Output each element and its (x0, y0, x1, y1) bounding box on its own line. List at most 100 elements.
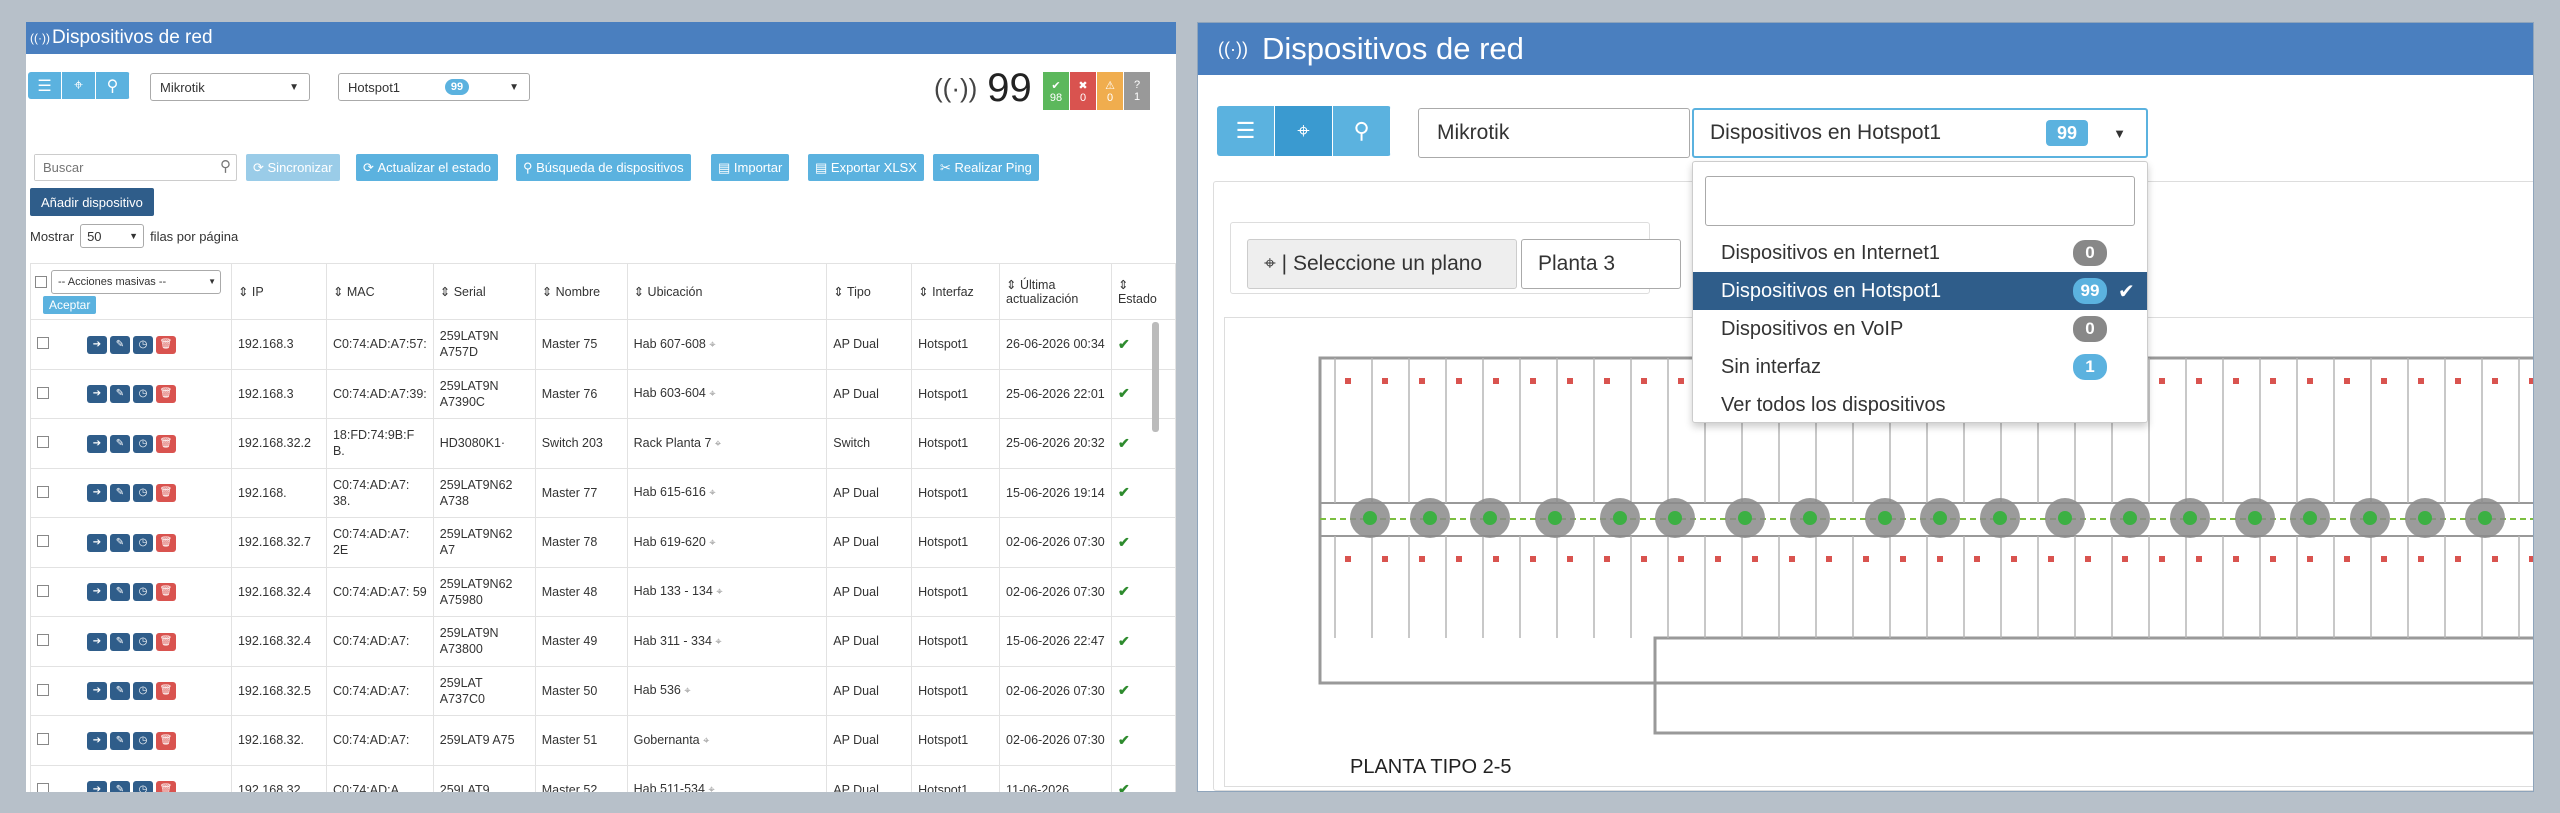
delete-icon[interactable]: 🗑 (156, 533, 176, 552)
list-view-icon[interactable]: ☰ (1217, 106, 1275, 156)
delete-icon[interactable]: 🗑 (156, 335, 176, 354)
left-iface-select[interactable]: Hotspot1 99 ▼ (338, 73, 530, 101)
edit-icon[interactable]: ✎ (110, 731, 130, 750)
search-input[interactable] (35, 155, 205, 180)
table-row[interactable]: ➔ ✎ ◷ 🗑 192.168.3 C0:74:AD:A7:39: 259LAT9N A73… (30, 368, 1176, 419)
row-checkbox[interactable] (37, 485, 49, 498)
map-pin-icon[interactable]: ⌖ (715, 636, 721, 648)
tree-view-icon[interactable]: ⚲ (96, 72, 130, 99)
go-icon[interactable]: ➔ (87, 533, 107, 552)
edit-icon[interactable]: ✎ (110, 533, 130, 552)
table-row[interactable]: ➔ ✎ ◷ 🗑 192.168.32.4 C0:74:AD:A7: 59 259LAT9N6… (30, 566, 1176, 617)
go-icon[interactable]: ➔ (87, 632, 107, 651)
map-pin-icon[interactable]: ⌖ (684, 685, 690, 697)
row-checkbox[interactable] (37, 337, 49, 350)
go-icon[interactable]: ➔ (87, 484, 107, 503)
floor-select[interactable]: Planta 3 (1521, 239, 1681, 289)
table-row[interactable]: ➔ ✎ ◷ 🗑 192.168.32. C0:74:AD:A7: 259LAT9 A75 Ma… (30, 715, 1176, 766)
status-badge[interactable]: ⚠ 0 (1097, 72, 1123, 110)
history-icon[interactable]: ◷ (133, 583, 153, 602)
map-pin-icon[interactable]: ⌖ (709, 388, 715, 400)
col-ultima[interactable]: ⇕ Última actualización (999, 263, 1112, 320)
col-nombre[interactable]: ⇕ Nombre (534, 263, 628, 320)
status-badge[interactable]: ? 1 (1124, 72, 1150, 110)
row-checkbox[interactable] (37, 634, 49, 647)
col-serial[interactable]: ⇕ Serial (432, 263, 536, 320)
dropdown-option[interactable]: Dispositivos en Hotspot1 99 ✔ (1693, 272, 2147, 310)
table-row[interactable]: ➔ ✎ ◷ 🗑 192.168.32.4 C0:74:AD:A7: 259LAT9N A73… (30, 616, 1176, 667)
row-checkbox[interactable] (37, 733, 49, 746)
col-tipo[interactable]: ⇕ Tipo (826, 263, 913, 320)
import-button[interactable]: ▤ Importar (711, 154, 790, 181)
dropdown-option[interactable]: Dispositivos en VoIP 0 (1693, 310, 2147, 348)
dropdown-option[interactable]: Ver todos los dispositivos (1693, 386, 2147, 424)
list-view-icon[interactable]: ☰ (28, 72, 62, 99)
table-row[interactable]: ➔ ✎ ◷ 🗑 192.168.32. C0:74:AD:A 259LAT9 Master 5… (30, 764, 1176, 792)
delete-icon[interactable]: 🗑 (156, 781, 176, 792)
map-pin-icon[interactable]: ⌖ (709, 339, 715, 351)
go-icon[interactable]: ➔ (87, 682, 107, 701)
scrollbar[interactable] (1152, 322, 1159, 432)
go-icon[interactable]: ➔ (87, 335, 107, 354)
go-icon[interactable]: ➔ (87, 385, 107, 404)
select-plan-button[interactable]: ⌖ | Seleccione un plano (1247, 239, 1517, 289)
history-icon[interactable]: ◷ (133, 731, 153, 750)
history-icon[interactable]: ◷ (133, 682, 153, 701)
sync-button[interactable]: ⟳ Sincronizar (246, 154, 340, 181)
search-box[interactable]: ⚲ (34, 154, 237, 181)
tree-view-icon[interactable]: ⚲ (1333, 106, 1391, 156)
edit-icon[interactable]: ✎ (110, 335, 130, 354)
map-pin-icon[interactable]: ⌖ (708, 784, 714, 792)
map-pin-icon[interactable]: ⌖ (709, 487, 715, 499)
history-icon[interactable]: ◷ (133, 632, 153, 651)
table-row[interactable]: ➔ ✎ ◷ 🗑 192.168.32.2 18:FD:74:9B:F B. HD3080K1… (30, 418, 1176, 469)
delete-icon[interactable]: 🗑 (156, 484, 176, 503)
go-icon[interactable]: ➔ (87, 434, 107, 453)
col-interfaz[interactable]: ⇕ Interfaz (911, 263, 1001, 320)
dropdown-search-input[interactable] (1705, 176, 2135, 226)
col-ubicacion[interactable]: ⇕ Ubicación (626, 263, 828, 320)
edit-icon[interactable]: ✎ (110, 385, 130, 404)
delete-icon[interactable]: 🗑 (156, 632, 176, 651)
map-pin-icon[interactable]: ⌖ (709, 537, 715, 549)
delete-icon[interactable]: 🗑 (156, 434, 176, 453)
row-checkbox[interactable] (37, 782, 49, 792)
row-checkbox[interactable] (37, 386, 49, 399)
delete-icon[interactable]: 🗑 (156, 583, 176, 602)
export-xlsx-button[interactable]: ▤ Exportar XLSX (808, 154, 924, 181)
delete-icon[interactable]: 🗑 (156, 385, 176, 404)
col-mac[interactable]: ⇕ MAC (325, 263, 434, 320)
edit-icon[interactable]: ✎ (110, 484, 130, 503)
table-row[interactable]: ➔ ✎ ◷ 🗑 192.168.3 C0:74:AD:A7:57: 259LAT9N A75… (30, 319, 1176, 370)
history-icon[interactable]: ◷ (133, 484, 153, 503)
row-checkbox[interactable] (37, 535, 49, 548)
status-badge[interactable]: ✔ 98 (1043, 72, 1069, 110)
delete-icon[interactable]: 🗑 (156, 731, 176, 750)
dropdown-option[interactable]: Sin interfaz 1 (1693, 348, 2147, 386)
col-estado[interactable]: ⇕ Estado (1110, 263, 1176, 320)
ping-button[interactable]: ✂ Realizar Ping (933, 154, 1039, 181)
dropdown-option[interactable]: Dispositivos en Internet1 0 (1693, 234, 2147, 272)
edit-icon[interactable]: ✎ (110, 583, 130, 602)
right-brand-select[interactable]: Mikrotik (1418, 108, 1690, 158)
table-row[interactable]: ➔ ✎ ◷ 🗑 192.168.32.5 C0:74:AD:A7: 259LAT A737C… (30, 665, 1176, 716)
row-checkbox[interactable] (37, 436, 49, 449)
go-icon[interactable]: ➔ (87, 583, 107, 602)
edit-icon[interactable]: ✎ (110, 682, 130, 701)
edit-icon[interactable]: ✎ (110, 781, 130, 792)
go-icon[interactable]: ➔ (87, 731, 107, 750)
delete-icon[interactable]: 🗑 (156, 682, 176, 701)
history-icon[interactable]: ◷ (133, 533, 153, 552)
right-iface-select[interactable]: Dispositivos en Hotspot1 99 ▼ (1692, 108, 2148, 158)
row-checkbox[interactable] (37, 683, 49, 696)
map-view-icon[interactable]: ⌖ (1275, 106, 1333, 156)
accept-button[interactable]: Aceptar (43, 295, 97, 314)
left-brand-select[interactable]: Mikrotik ▼ (150, 73, 310, 101)
status-badge[interactable]: ✖ 0 (1070, 72, 1096, 110)
page-size-select[interactable]: 50 ▼ (80, 224, 145, 248)
table-row[interactable]: ➔ ✎ ◷ 🗑 192.168. C0:74:AD:A7: 38. 259LAT9N62 A… (30, 467, 1176, 518)
map-view-icon[interactable]: ⌖ (62, 72, 96, 99)
search-devices-button[interactable]: ⚲ Búsqueda de dispositivos (516, 154, 691, 181)
select-all-checkbox[interactable] (35, 275, 47, 288)
edit-icon[interactable]: ✎ (110, 632, 130, 651)
